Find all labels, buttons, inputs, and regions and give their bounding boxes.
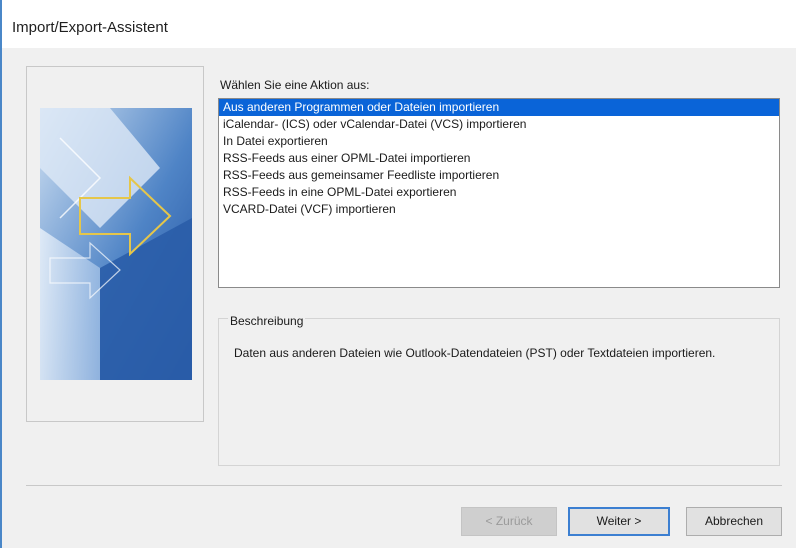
next-button[interactable]: Weiter > <box>568 507 670 536</box>
description-label: Beschreibung <box>228 314 306 328</box>
action-item-export-to-file[interactable]: In Datei exportieren <box>219 133 779 150</box>
action-prompt-label: Wählen Sie eine Aktion aus: <box>220 78 370 92</box>
window-title: Import/Export-Assistent <box>12 19 168 36</box>
cancel-button[interactable]: Abbrechen <box>686 507 782 536</box>
action-item-import-from-other-programs[interactable]: Aus anderen Programmen oder Dateien impo… <box>219 99 779 116</box>
import-export-wizard-dialog: Import/Export-Assistent Wählen Sie eine … <box>0 0 796 548</box>
action-item-export-rss-opml[interactable]: RSS-Feeds in eine OPML-Datei exportieren <box>219 184 779 201</box>
wizard-arrow-illustration <box>40 108 192 380</box>
action-item-import-rss-opml[interactable]: RSS-Feeds aus einer OPML-Datei importier… <box>219 150 779 167</box>
action-listbox[interactable]: Aus anderen Programmen oder Dateien impo… <box>218 98 780 288</box>
action-item-import-vcard[interactable]: VCARD-Datei (VCF) importieren <box>219 201 779 218</box>
title-bar: Import/Export-Assistent <box>2 0 796 48</box>
action-item-import-icalendar[interactable]: iCalendar- (ICS) oder vCalendar-Datei (V… <box>219 116 779 133</box>
back-button[interactable]: < Zurück <box>461 507 557 536</box>
description-groupbox <box>218 318 780 466</box>
action-item-import-rss-common-feedlist[interactable]: RSS-Feeds aus gemeinsamer Feedliste impo… <box>219 167 779 184</box>
description-text: Daten aus anderen Dateien wie Outlook-Da… <box>234 346 716 360</box>
button-separator <box>26 485 782 486</box>
